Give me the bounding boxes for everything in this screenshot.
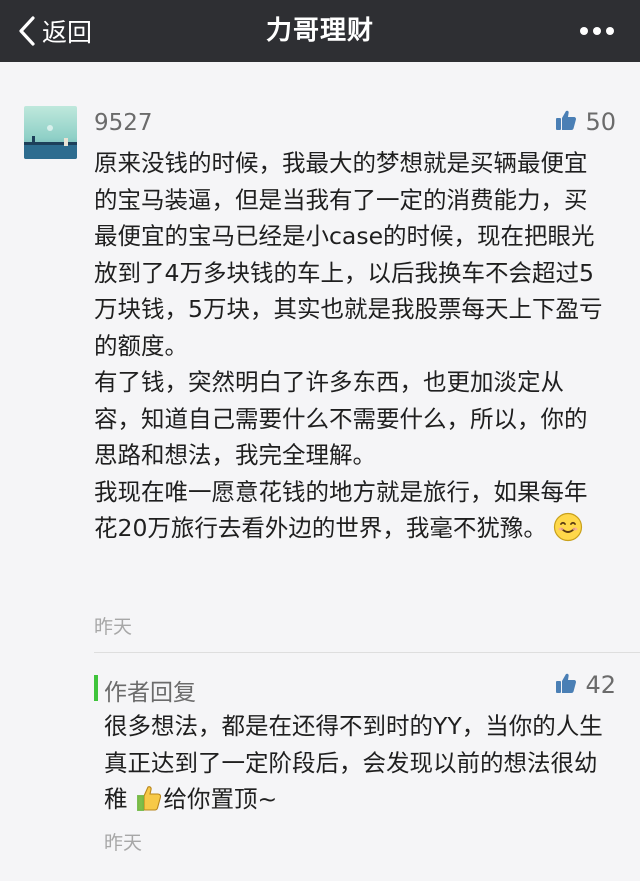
reply-like-button[interactable]: 42 (555, 671, 616, 699)
reply-author-label: 作者回复 (104, 680, 196, 706)
page-title: 力哥理财 (265, 16, 374, 46)
thumbs-up-icon (555, 109, 577, 135)
comment-text: 原来没钱的时候，我最大的梦想就是买辆最便宜的宝马装逼，但是当我有了一定的消费能力… (94, 145, 604, 553)
reply-text: 很多想法，都是在还得不到时的YY，当你的人生真正达到了一定阶段后，会发现以前的想… (104, 708, 614, 824)
like-button[interactable]: 50 (555, 108, 616, 136)
comment-timestamp: 昨天 (94, 616, 133, 638)
smile-emoji (553, 512, 583, 553)
reply-timestamp: 昨天 (104, 832, 143, 854)
more-dots-icon[interactable] (580, 25, 614, 37)
divider (94, 652, 640, 653)
reply-like-count: 42 (585, 671, 616, 699)
thumbs-up-icon (555, 672, 577, 698)
like-count: 50 (585, 108, 616, 136)
comment-paragraph-text: 我现在唯一愿意花钱的地方就是旅行，如果每年花20万旅行去看外边的世界，我毫不犹豫… (94, 477, 588, 543)
reply-paragraph: 很多想法，都是在还得不到时的YY，当你的人生真正达到了一定阶段后，会发现以前的想… (104, 708, 614, 824)
reply-accent-bar (94, 675, 98, 701)
comment-paragraph: 有了钱，突然明白了许多东西，也更加淡定从容，知道自己需要什么不需要什么，所以，你… (94, 368, 588, 469)
thumbs-up-emoji (134, 783, 164, 824)
reply-text-part: 给你置顶~ (163, 785, 278, 813)
comment-paragraph: 我现在唯一愿意花钱的地方就是旅行，如果每年花20万旅行去看外边的世界，我毫不犹豫… (94, 474, 604, 553)
comment-paragraph: 原来没钱的时候，我最大的梦想就是买辆最便宜的宝马装逼，但是当我有了一定的消费能力… (94, 149, 603, 360)
username[interactable]: 9527 (94, 110, 153, 136)
top-navigation-bar: 返回 力哥理财 (0, 0, 640, 62)
avatar[interactable] (24, 106, 77, 159)
